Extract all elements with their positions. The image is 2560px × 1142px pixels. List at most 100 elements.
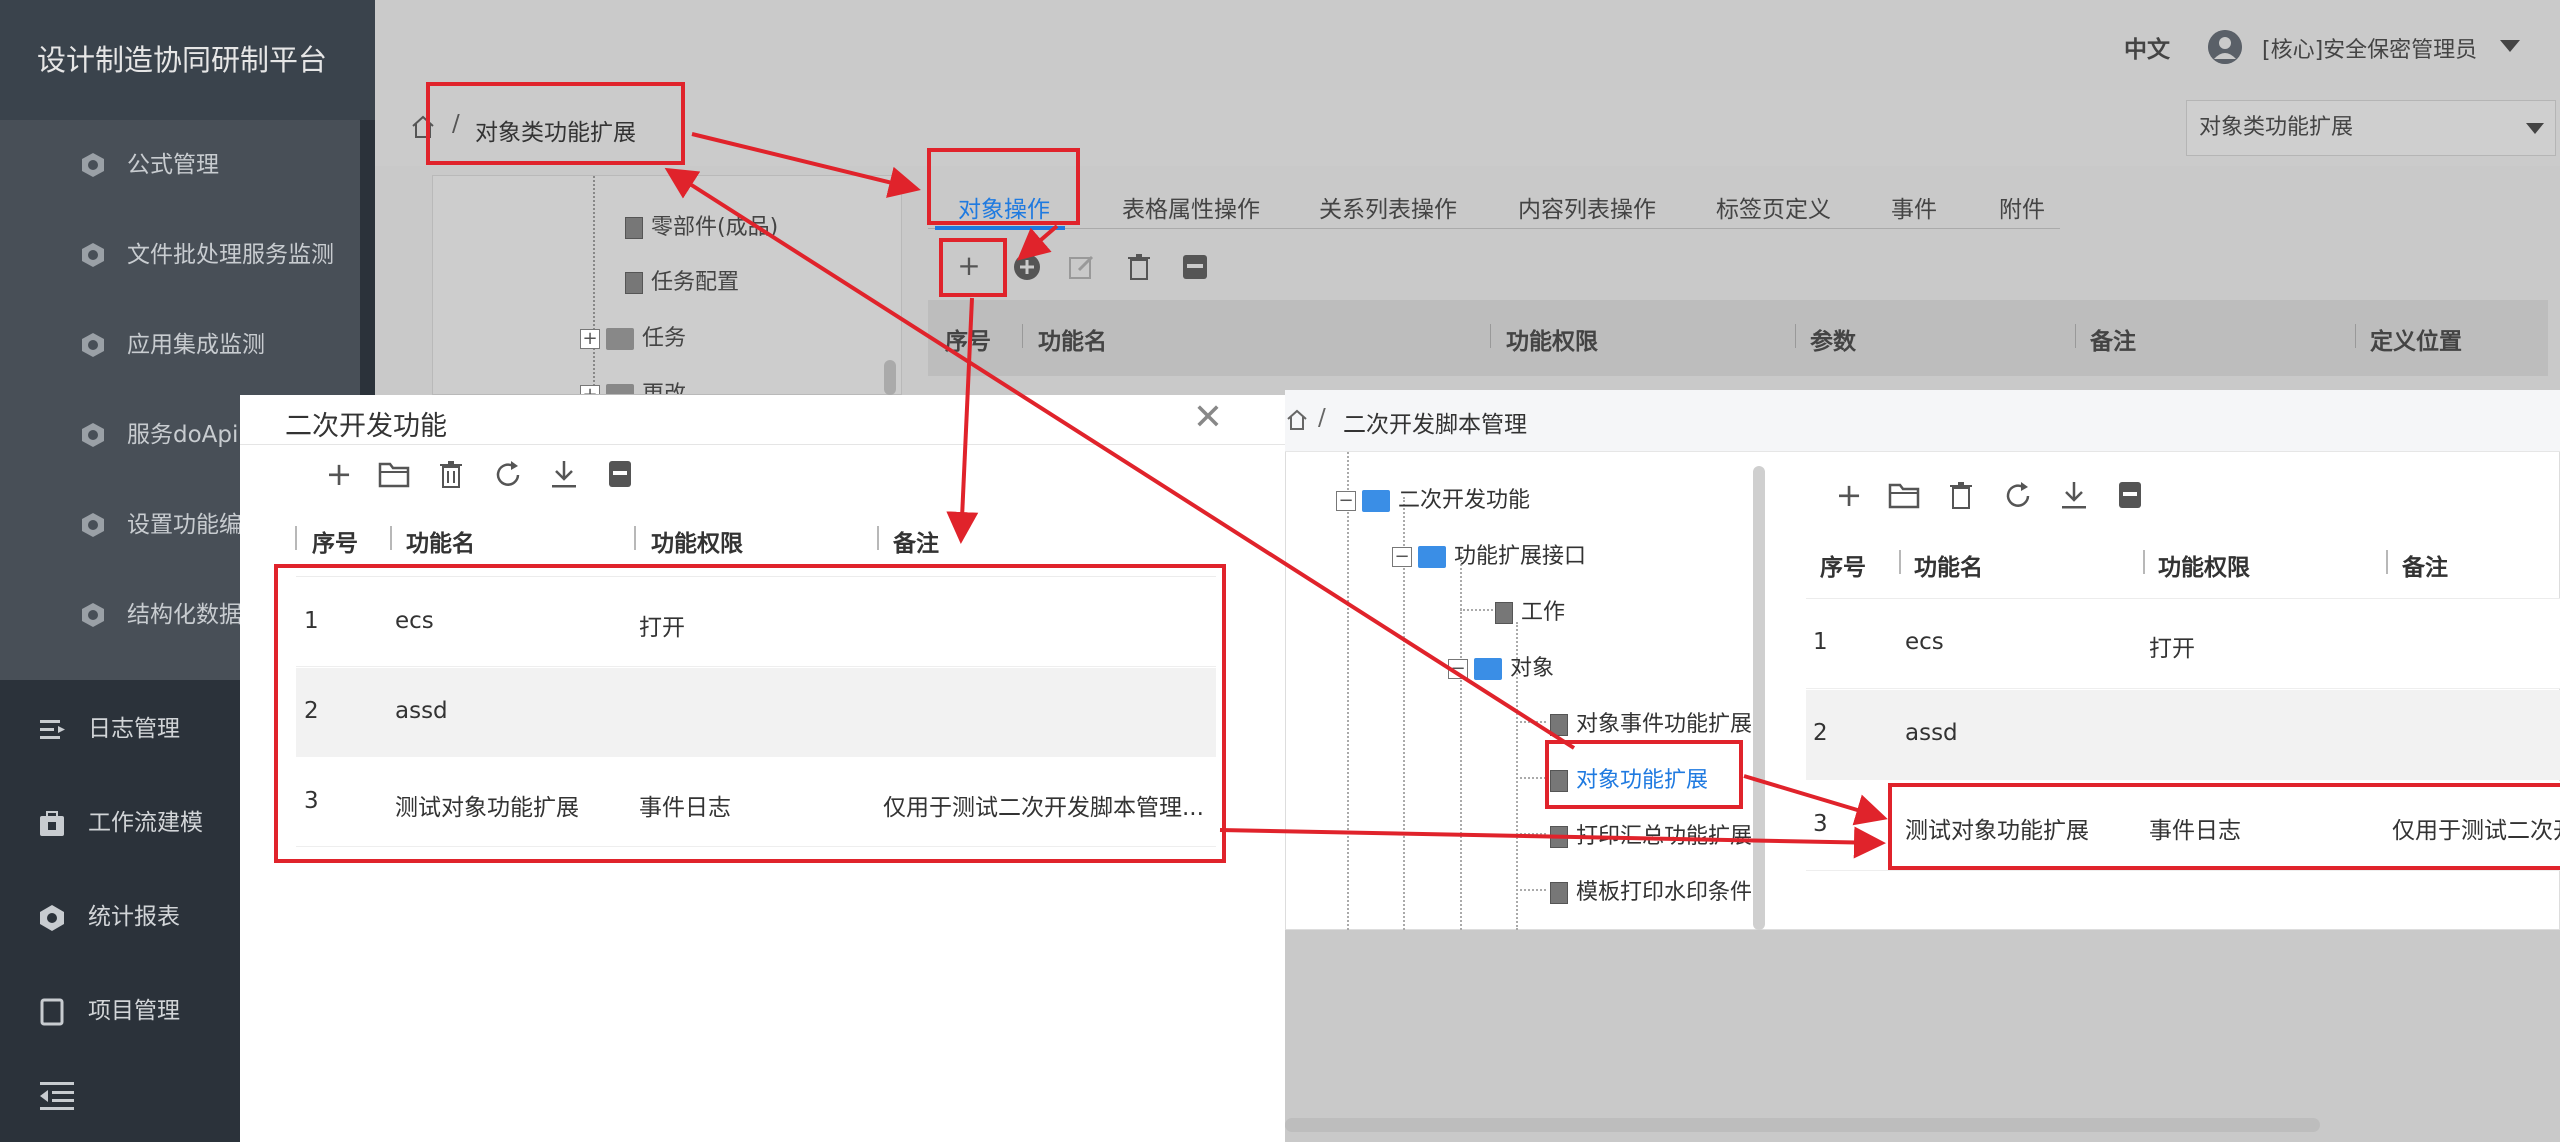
user-name[interactable]: [核心]安全保密管理员 bbox=[2262, 32, 2477, 64]
sidebar-item-formula[interactable]: 公式管理 bbox=[0, 120, 360, 210]
expand-icon[interactable]: + bbox=[580, 385, 600, 394]
tree-connector bbox=[1347, 452, 1349, 930]
column-separator bbox=[295, 526, 297, 550]
tab-attachments[interactable]: 附件 bbox=[1999, 190, 2045, 224]
tree-connector bbox=[593, 176, 595, 386]
column-separator bbox=[2075, 324, 2076, 348]
sidebar-item-label: 工作流建模 bbox=[88, 810, 203, 836]
refresh-icon[interactable] bbox=[2003, 481, 2033, 511]
collapse-icon[interactable]: − bbox=[1336, 491, 1356, 511]
hexagon-icon bbox=[82, 153, 104, 177]
home-icon[interactable] bbox=[1285, 408, 1309, 432]
annotation-box-breadcrumb bbox=[426, 82, 685, 165]
tree-node-print-summary[interactable]: 打印汇总功能扩展 bbox=[1550, 818, 1755, 850]
column-header: 功能名 bbox=[1038, 329, 1107, 355]
tab-underline bbox=[928, 228, 2060, 229]
folder-icon[interactable] bbox=[378, 460, 410, 488]
tree-node[interactable]: 任务配置 bbox=[625, 264, 739, 296]
column-header: 定义位置 bbox=[2370, 329, 2462, 355]
collapse-icon[interactable]: − bbox=[1392, 547, 1412, 567]
document-icon bbox=[1550, 714, 1568, 736]
sidebar-item-label: 服务doApi bbox=[127, 422, 239, 448]
save-icon[interactable] bbox=[606, 459, 634, 489]
delete-icon[interactable] bbox=[437, 459, 465, 489]
tree-node-object-event[interactable]: 对象事件功能扩展 bbox=[1550, 706, 1755, 738]
tab-label-page[interactable]: 标签页定义 bbox=[1716, 190, 1831, 224]
sidebar-item-label: 项目管理 bbox=[88, 998, 180, 1024]
tree-node-interface[interactable]: − 功能扩展接口 bbox=[1392, 538, 1586, 570]
add-circle-icon[interactable] bbox=[1012, 252, 1042, 282]
add-icon[interactable]: + bbox=[1832, 478, 1866, 512]
scrollbar[interactable] bbox=[884, 360, 896, 395]
column-header: 备注 bbox=[2402, 555, 2448, 581]
collapse-icon[interactable]: − bbox=[1448, 659, 1468, 679]
folder-icon[interactable] bbox=[1888, 481, 1920, 509]
tree-node-root[interactable]: − 二次开发功能 bbox=[1336, 482, 1530, 514]
user-avatar-icon[interactable] bbox=[2208, 30, 2242, 64]
chevron-down-icon[interactable] bbox=[2500, 40, 2520, 52]
sidebar-item-label: 结构化数据 bbox=[127, 602, 242, 628]
annotation-box-dialog-rows bbox=[274, 564, 1226, 863]
tree-scrollbar[interactable] bbox=[1753, 466, 1765, 930]
sidebar-item-label: 应用集成监测 bbox=[127, 332, 265, 358]
horizontal-scrollbar[interactable] bbox=[1285, 1118, 2320, 1132]
column-header: 序号 bbox=[312, 531, 358, 557]
tree-node[interactable]: 零部件(成品) bbox=[625, 209, 778, 241]
column-header: 功能权限 bbox=[2158, 555, 2250, 581]
column-separator bbox=[1022, 324, 1023, 348]
folder-icon bbox=[606, 384, 634, 394]
tab-table-attribute[interactable]: 表格属性操作 bbox=[1122, 190, 1260, 224]
folder-icon bbox=[606, 328, 634, 350]
document-icon bbox=[625, 217, 643, 239]
download-icon[interactable] bbox=[549, 458, 579, 490]
sidebar-item-label: 文件批处理服务监测 bbox=[127, 242, 334, 268]
download-icon[interactable] bbox=[2059, 479, 2089, 511]
tab-relation-list[interactable]: 关系列表操作 bbox=[1319, 190, 1457, 224]
tree-connector bbox=[1516, 833, 1546, 835]
chevron-down-icon[interactable] bbox=[2526, 123, 2544, 134]
add-icon[interactable]: + bbox=[322, 457, 356, 491]
delete-icon[interactable] bbox=[1947, 480, 1975, 510]
tab-content-list[interactable]: 内容列表操作 bbox=[1518, 190, 1656, 224]
function-type-select[interactable]: 对象类功能扩展 bbox=[2186, 100, 2556, 156]
report-icon bbox=[40, 905, 64, 931]
edit-icon[interactable] bbox=[1067, 252, 1097, 282]
tree-node[interactable]: + 任务 bbox=[580, 320, 686, 352]
tree-node[interactable]: +更改 bbox=[580, 376, 686, 394]
hexagon-icon bbox=[82, 333, 104, 357]
column-separator bbox=[2143, 550, 2145, 574]
document-icon bbox=[1550, 882, 1568, 904]
hexagon-icon bbox=[82, 423, 104, 447]
save-icon[interactable] bbox=[2116, 480, 2144, 510]
folder-icon bbox=[1418, 546, 1446, 568]
tree-node-watermark[interactable]: 模板打印水印条件 bbox=[1550, 874, 1755, 906]
column-header: 功能权限 bbox=[1506, 329, 1598, 355]
column-separator bbox=[1490, 324, 1491, 348]
delete-icon[interactable] bbox=[1124, 252, 1154, 282]
script-tree bbox=[1285, 452, 1755, 930]
collapse-menu-icon[interactable] bbox=[38, 1080, 76, 1112]
tree-connector bbox=[1516, 777, 1546, 779]
column-separator bbox=[2386, 550, 2388, 574]
tree-node-object[interactable]: − 对象 bbox=[1448, 650, 1554, 682]
hexagon-icon bbox=[82, 603, 104, 627]
table-row[interactable]: 1 ecs 打开 bbox=[1806, 599, 2560, 689]
column-header: 功能名 bbox=[406, 531, 475, 557]
sidebar-item-integration-monitor[interactable]: 应用集成监测 bbox=[0, 300, 360, 390]
annotation-box-object-tab bbox=[927, 148, 1080, 225]
sidebar-item-label: 统计报表 bbox=[88, 904, 180, 930]
refresh-icon[interactable] bbox=[493, 460, 523, 490]
annotation-box-add-button bbox=[939, 238, 1007, 297]
column-header: 备注 bbox=[2090, 329, 2136, 355]
tab-events[interactable]: 事件 bbox=[1891, 190, 1937, 224]
table-row[interactable]: 2 assd bbox=[1806, 690, 2560, 780]
sidebar-item-label: 设置功能编 bbox=[127, 512, 242, 538]
tree-node-work[interactable]: 工作 bbox=[1495, 594, 1565, 626]
hexagon-icon bbox=[82, 243, 104, 267]
tree-connector bbox=[1516, 889, 1546, 891]
expand-icon[interactable]: + bbox=[580, 329, 600, 349]
language-switch[interactable]: 中文 bbox=[2124, 30, 2170, 64]
close-icon[interactable]: ✕ bbox=[1190, 400, 1226, 436]
save-icon[interactable] bbox=[1180, 252, 1210, 282]
sidebar-item-batch-monitor[interactable]: 文件批处理服务监测 bbox=[0, 210, 360, 300]
